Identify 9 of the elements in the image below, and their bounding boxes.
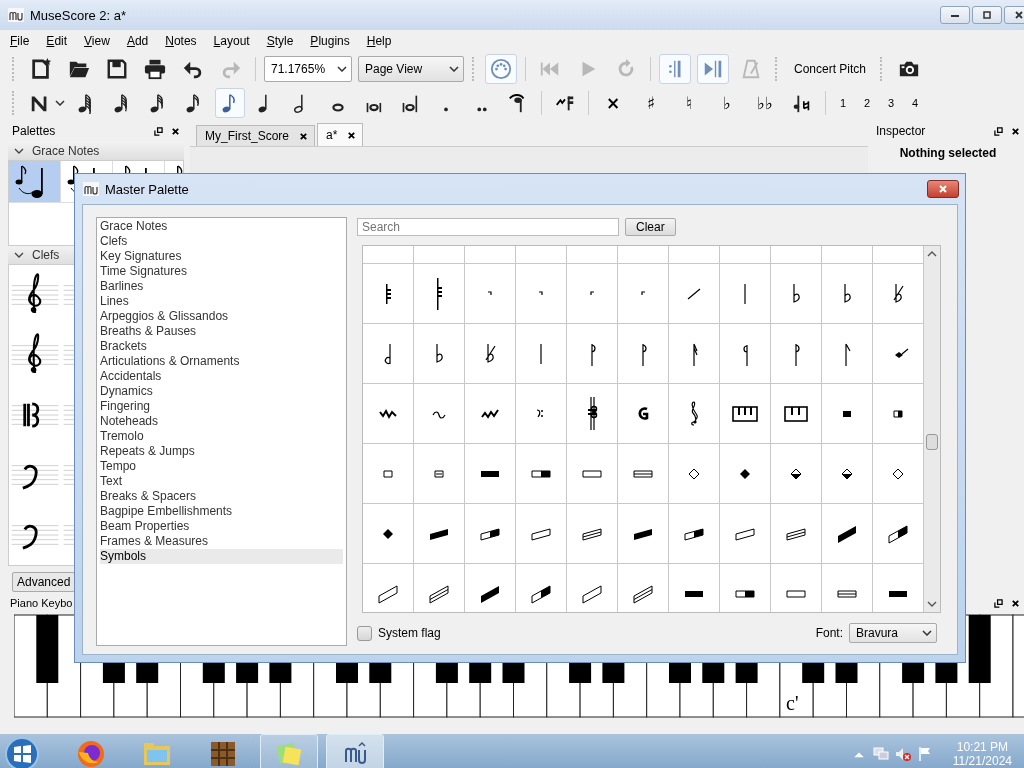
- panel-title: Inspector: [876, 124, 926, 138]
- dialog-title: Master Palette: [105, 181, 189, 197]
- font-label: Font:: [815, 626, 843, 640]
- checkbox-label: System flag: [378, 626, 441, 640]
- panel-title: Palettes: [12, 124, 56, 138]
- panel-title: Piano Keybo: [10, 597, 73, 609]
- inspector-status: Nothing selected: [898, 145, 998, 160]
- key-label: c': [786, 692, 799, 714]
- window-title: MuseScore 2: a*: [30, 7, 127, 23]
